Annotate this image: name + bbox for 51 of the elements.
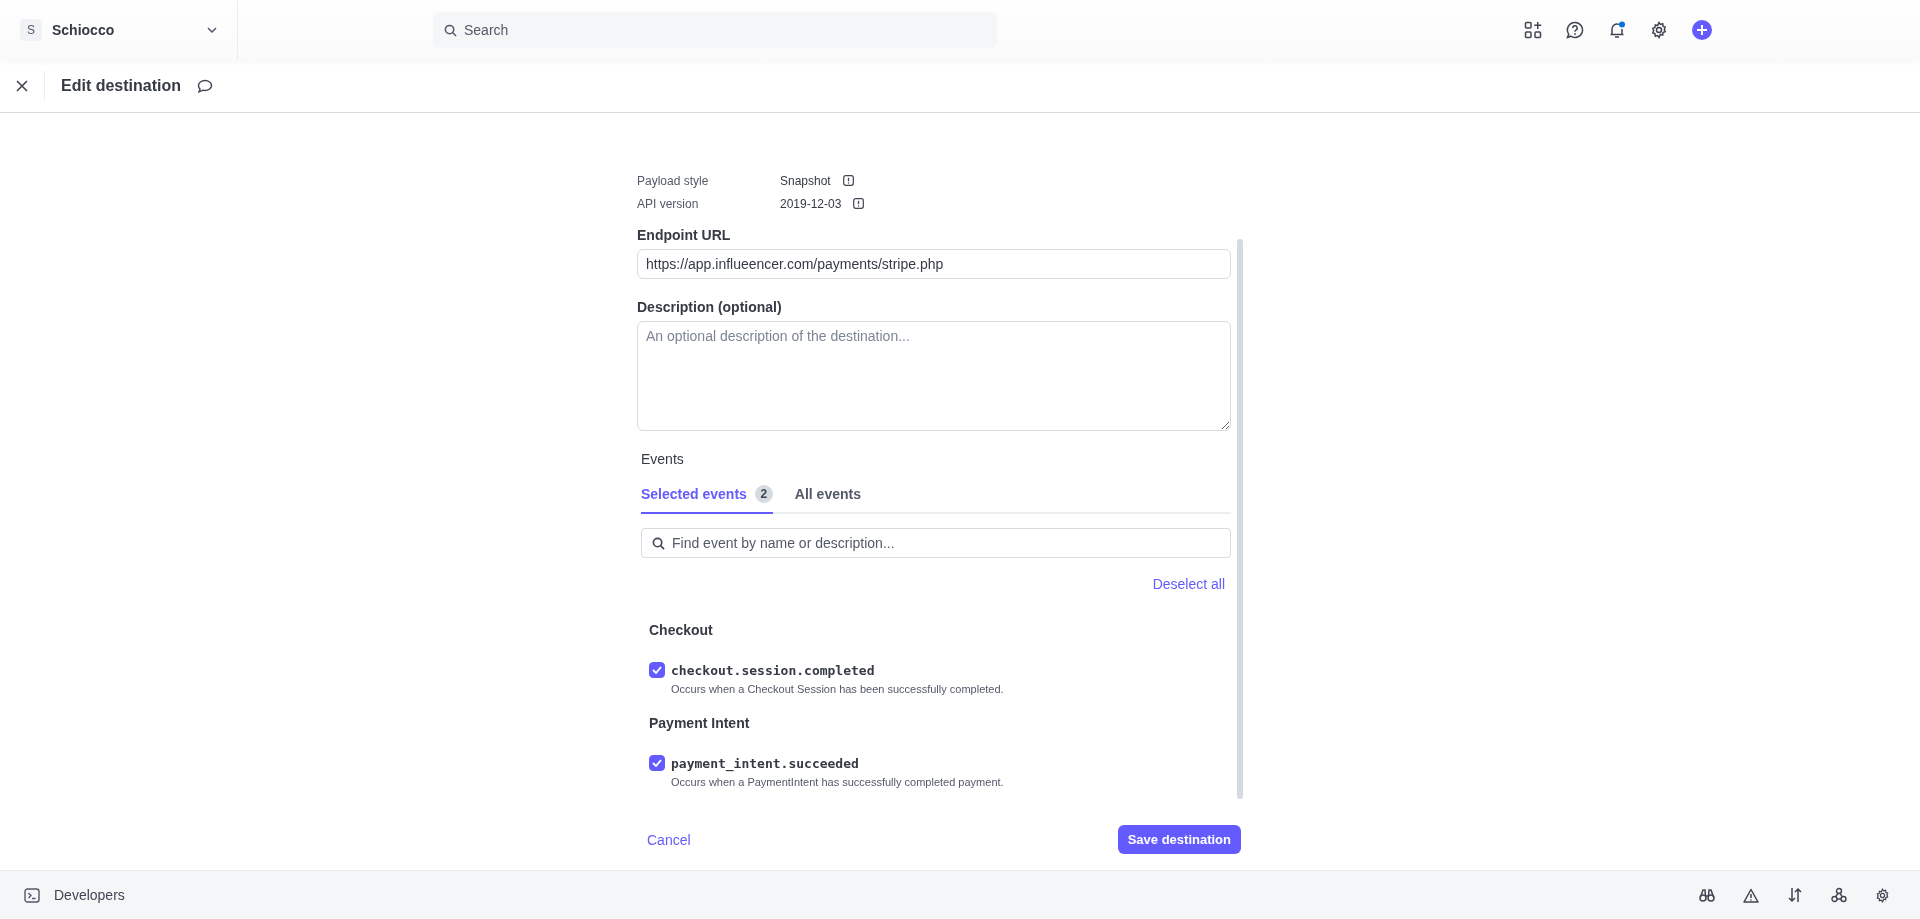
account-name: Schiocco xyxy=(52,22,116,38)
webhook-icon[interactable] xyxy=(1831,887,1847,903)
settings-icon[interactable] xyxy=(1650,21,1668,39)
scrollbar[interactable] xyxy=(1237,239,1243,799)
event-group-title: Payment Intent xyxy=(649,715,751,731)
binoculars-icon[interactable] xyxy=(1699,888,1715,902)
account-avatar: S xyxy=(20,19,42,41)
comment-icon[interactable] xyxy=(197,78,213,94)
event-name: checkout.session.completed xyxy=(671,662,875,678)
search-icon xyxy=(444,23,457,37)
cancel-link[interactable]: Cancel xyxy=(647,831,691,848)
info-icon[interactable] xyxy=(853,198,865,209)
search-field[interactable]: Search xyxy=(433,12,997,48)
count-badge: 2 xyxy=(754,485,773,503)
setting-value: Snapshot xyxy=(780,173,831,188)
close-icon[interactable] xyxy=(16,80,28,92)
tab[interactable]: Selected events 2 xyxy=(641,485,773,514)
page-title: Edit destination xyxy=(61,77,181,95)
terminal-icon[interactable] xyxy=(24,887,40,903)
event-description: Occurs when a PaymentIntent has successfully completed payment. xyxy=(671,776,1005,788)
info-icon[interactable] xyxy=(842,175,854,186)
setting-label: API version xyxy=(637,196,700,211)
plus-icon[interactable] xyxy=(1692,20,1712,40)
checkbox[interactable] xyxy=(649,662,665,678)
deselect-all-link[interactable]: Deselect all xyxy=(1152,576,1225,592)
bell-icon[interactable] xyxy=(1608,21,1626,39)
warning-icon[interactable] xyxy=(1743,887,1759,903)
account-switcher[interactable]: S Schiocco xyxy=(0,0,238,60)
apps-add-icon[interactable] xyxy=(1524,21,1542,39)
event-description: Occurs when a Checkout Session has been successfully completed. xyxy=(671,683,1005,695)
save-button[interactable]: Save destination xyxy=(1117,825,1241,854)
event-group-title: Checkout xyxy=(649,622,714,638)
checkbox[interactable] xyxy=(649,755,665,771)
settings-icon[interactable] xyxy=(1875,887,1890,903)
help-icon[interactable] xyxy=(1566,21,1584,39)
sort-arrows-icon[interactable] xyxy=(1787,887,1803,903)
field-label: Description (optional) xyxy=(637,299,783,315)
search-icon xyxy=(652,536,665,550)
chevron-down-icon xyxy=(207,27,217,33)
field-label: Endpoint URL xyxy=(637,227,732,243)
check-icon xyxy=(652,759,662,767)
tab[interactable]: All events xyxy=(794,485,861,514)
setting-value: 2019-12-03 xyxy=(780,196,842,211)
check-icon xyxy=(652,666,662,674)
endpoint-url-field[interactable]: https://app.influeencer.com/payments/stripe.php xyxy=(637,249,1231,279)
description-field[interactable]: An optional description of the destination... xyxy=(637,321,1231,431)
setting-label: Payload style xyxy=(637,173,710,188)
developers-label[interactable]: Developers xyxy=(54,887,125,903)
event-search-field[interactable]: Find event by name or description... xyxy=(641,528,1231,558)
section-title: Events xyxy=(641,451,685,467)
event-name: payment_intent.succeeded xyxy=(671,755,859,771)
